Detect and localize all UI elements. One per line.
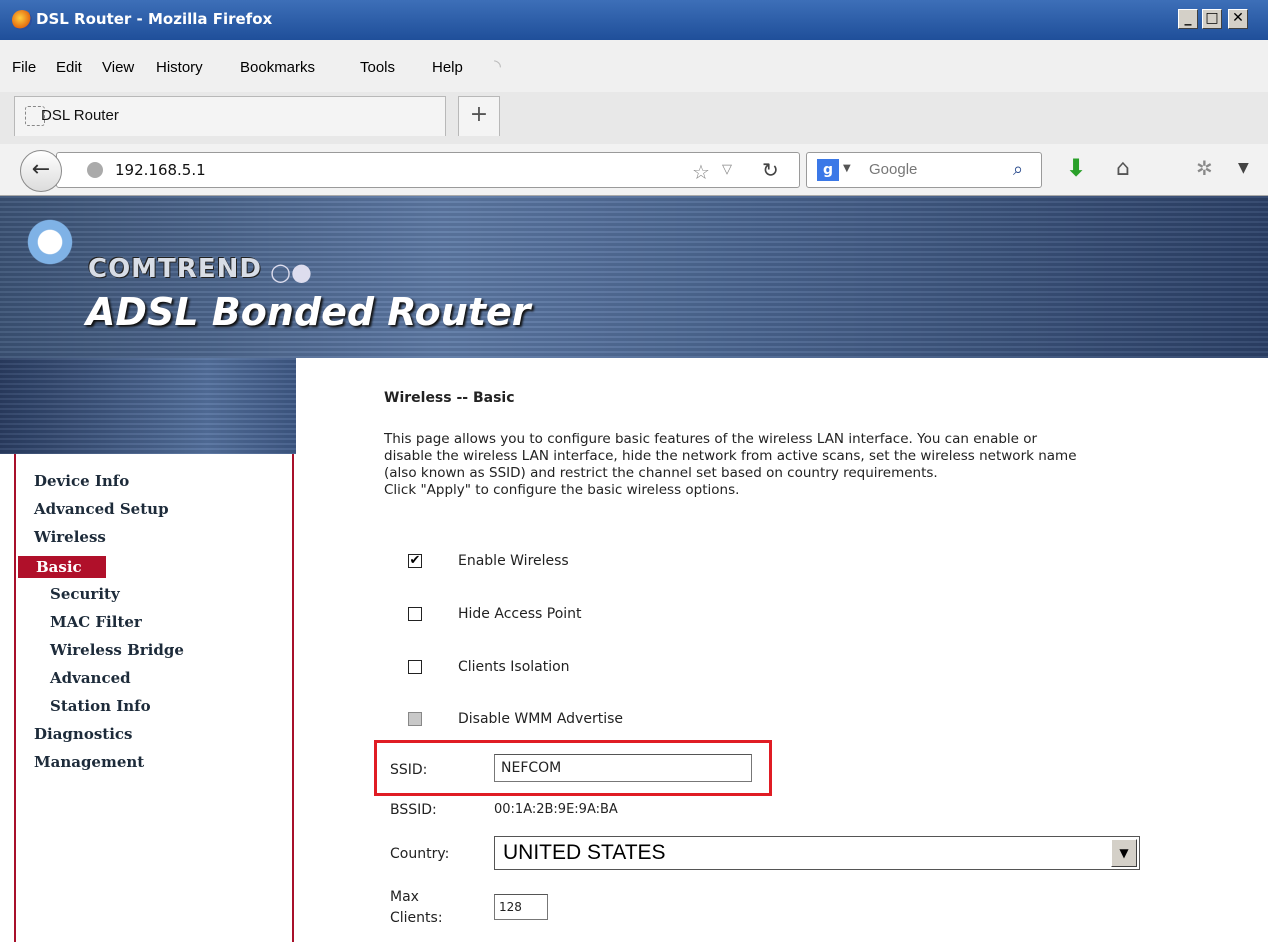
home-icon[interactable]: ⌂ bbox=[1116, 156, 1130, 181]
engine-dropdown-icon[interactable]: ▼ bbox=[843, 163, 851, 174]
url-history-dropdown-icon[interactable]: ▽ bbox=[722, 162, 732, 177]
window-titlebar: DSL Router - Mozilla Firefox _ □ ✕ bbox=[0, 0, 1268, 40]
search-icon[interactable]: ⌕ bbox=[1013, 159, 1023, 180]
download-icon[interactable]: ⬇ bbox=[1066, 154, 1086, 182]
nav-advanced[interactable]: Advanced bbox=[50, 669, 131, 687]
enable-wireless-checkbox[interactable]: ✔ bbox=[408, 554, 422, 568]
search-box[interactable]: g ▼ Google ⌕ bbox=[806, 152, 1042, 188]
menu-bookmarks[interactable]: Bookmarks bbox=[240, 59, 315, 76]
ssid-input[interactable]: NEFCOM bbox=[494, 754, 752, 782]
window-title: DSL Router - Mozilla Firefox bbox=[36, 10, 273, 28]
max-clients-label-line-1: Max bbox=[390, 889, 419, 905]
dropdown-arrow-icon[interactable]: ▼ bbox=[1111, 839, 1137, 867]
menu-view[interactable]: View bbox=[102, 59, 134, 76]
nav-wireless-bridge[interactable]: Wireless Bridge bbox=[50, 641, 184, 659]
product-name: ADSL Bonded Router bbox=[86, 290, 531, 334]
description-line-3: (also known as SSID) and restrict the ch… bbox=[384, 465, 938, 481]
hide-access-point-checkbox[interactable] bbox=[408, 607, 422, 621]
country-select[interactable]: UNITED STATES ▼ bbox=[494, 836, 1140, 870]
bssid-value: 00:1A:2B:9E:9A:BA bbox=[494, 802, 618, 817]
menu-tools[interactable]: Tools bbox=[360, 59, 395, 76]
minimize-button[interactable]: _ bbox=[1178, 9, 1198, 29]
enable-wireless-label: Enable Wireless bbox=[458, 553, 569, 569]
hide-access-point-label: Hide Access Point bbox=[458, 606, 582, 622]
clients-isolation-checkbox[interactable] bbox=[408, 660, 422, 674]
bssid-label: BSSID: bbox=[390, 802, 437, 818]
back-button[interactable]: ← bbox=[20, 150, 62, 192]
maximize-button[interactable]: □ bbox=[1202, 9, 1222, 29]
country-selected-value: UNITED STATES bbox=[503, 841, 666, 864]
addon-icon[interactable]: ✲ bbox=[1196, 156, 1213, 180]
nav-security[interactable]: Security bbox=[50, 585, 120, 603]
country-label: Country: bbox=[390, 846, 450, 862]
clients-isolation-label: Clients Isolation bbox=[458, 659, 570, 675]
description-line-2: disable the wireless LAN interface, hide… bbox=[384, 448, 1077, 464]
rss-icon: ◝ bbox=[494, 56, 501, 77]
search-placeholder: Google bbox=[869, 161, 918, 178]
menu-help[interactable]: Help bbox=[432, 59, 463, 76]
site-identity-icon[interactable] bbox=[87, 162, 103, 178]
nav-wireless[interactable]: Wireless bbox=[34, 528, 106, 546]
tab-dsl-router[interactable]: DSL Router bbox=[14, 96, 446, 136]
bookmark-star-icon[interactable]: ☆ bbox=[692, 160, 710, 184]
close-button[interactable]: ✕ bbox=[1228, 9, 1248, 29]
nav-basic[interactable]: Basic bbox=[18, 556, 106, 578]
nav-device-info[interactable]: Device Info bbox=[34, 472, 129, 490]
reload-icon[interactable]: ↻ bbox=[762, 158, 779, 182]
sidebar-banner bbox=[0, 358, 296, 454]
brand-name: COMTREND bbox=[88, 254, 262, 284]
toolbar-menu-arrow-icon[interactable]: ▼ bbox=[1238, 160, 1249, 176]
max-clients-input[interactable]: 128 bbox=[494, 894, 548, 920]
page-title: Wireless -- Basic bbox=[384, 390, 515, 406]
nav-station-info[interactable]: Station Info bbox=[50, 697, 151, 715]
menu-edit[interactable]: Edit bbox=[56, 59, 82, 76]
nav-advanced-setup[interactable]: Advanced Setup bbox=[34, 500, 169, 518]
menu-history[interactable]: History bbox=[156, 59, 203, 76]
nav-mac-filter[interactable]: MAC Filter bbox=[50, 613, 142, 631]
google-engine-icon[interactable]: g bbox=[817, 159, 839, 181]
nav-management[interactable]: Management bbox=[34, 753, 144, 771]
disable-wmm-label: Disable WMM Advertise bbox=[458, 711, 623, 727]
menu-file[interactable]: File bbox=[12, 59, 36, 76]
tab-label: DSL Router bbox=[41, 107, 119, 124]
nav-diagnostics[interactable]: Diagnostics bbox=[34, 725, 132, 743]
disable-wmm-checkbox[interactable] bbox=[408, 712, 422, 726]
brand-dots-icon: ○● bbox=[270, 258, 312, 286]
max-clients-label-line-2: Clients: bbox=[390, 910, 443, 926]
comtrend-logo-icon bbox=[22, 214, 78, 270]
description-line-4: Click "Apply" to configure the basic wir… bbox=[384, 482, 740, 498]
description-line-1: This page allows you to configure basic … bbox=[384, 431, 1038, 447]
firefox-icon bbox=[12, 10, 32, 30]
new-tab-button[interactable]: + bbox=[458, 96, 500, 136]
url-text: 192.168.5.1 bbox=[115, 161, 206, 179]
ssid-label: SSID: bbox=[390, 762, 428, 778]
url-bar[interactable]: 192.168.5.1 bbox=[56, 152, 800, 188]
